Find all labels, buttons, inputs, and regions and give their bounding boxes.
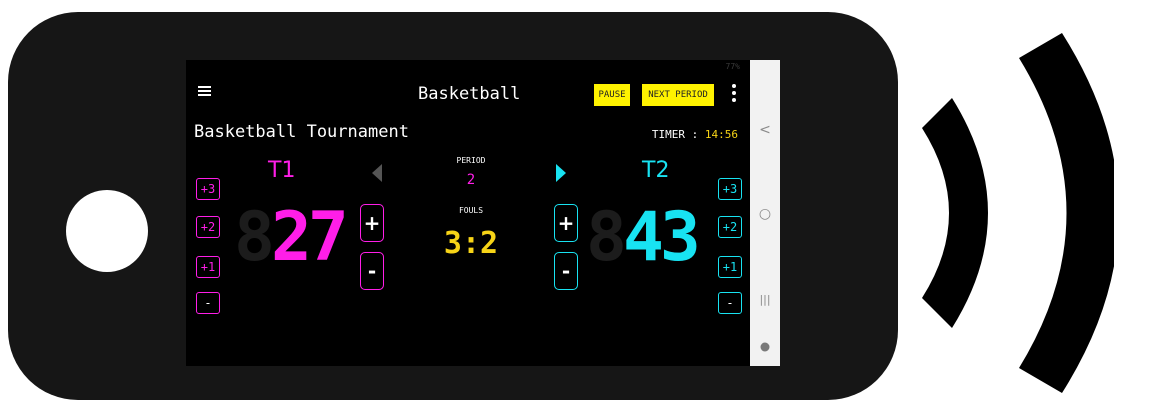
fouls-value: 3:2	[443, 226, 499, 261]
wireless-signal-icon	[922, 33, 1114, 393]
team2-score-ghost-digit: 8	[586, 198, 627, 277]
period-label: PERIOD	[456, 156, 486, 165]
team2-score-display: 843	[586, 198, 701, 277]
timer-value: 14:56	[704, 128, 738, 141]
nav-recents-icon[interactable]: |||	[750, 292, 780, 308]
team1-plus2-button[interactable]: +2	[196, 216, 220, 238]
possession-left-arrow-icon[interactable]	[372, 164, 382, 182]
team1-score: 27	[270, 198, 349, 277]
tournament-title: Basketball Tournament	[194, 122, 409, 142]
next-period-button[interactable]: NEXT PERIOD	[642, 84, 714, 106]
nav-back-icon[interactable]: <	[750, 122, 780, 138]
fouls-label: FOULS	[458, 206, 484, 215]
team1-big-minus-button[interactable]: -	[360, 252, 384, 290]
team1-score-display: 827	[234, 198, 349, 277]
status-bar: 77%	[725, 62, 740, 71]
team1-plus3-button[interactable]: +3	[196, 178, 220, 200]
phone-home-button	[66, 190, 148, 272]
team2-big-plus-button[interactable]: +	[554, 204, 578, 242]
team2-score: 43	[622, 198, 701, 277]
team2-plus1-button[interactable]: +1	[718, 256, 742, 278]
period-value: 2	[466, 172, 476, 188]
android-nav-bar: < ○ |||	[750, 60, 780, 366]
nav-home-icon[interactable]: ○	[750, 206, 780, 222]
nav-assist-icon[interactable]	[750, 340, 780, 356]
team1-minus-button[interactable]: -	[196, 292, 220, 314]
timer-label: TIMER :	[651, 128, 699, 141]
app-title: Basketball	[418, 84, 521, 104]
app-screen: 77% Basketball PAUSE NEXT PERIOD Basketb…	[186, 60, 750, 366]
more-options-icon[interactable]	[732, 84, 736, 105]
team1-plus1-button[interactable]: +1	[196, 256, 220, 278]
timer: TIMER : 14:56	[652, 128, 738, 141]
possession-right-arrow-icon[interactable]	[556, 164, 566, 182]
menu-icon[interactable]	[198, 86, 211, 96]
team2-big-minus-button[interactable]: -	[554, 252, 578, 290]
team2-minus-button[interactable]: -	[718, 292, 742, 314]
team2-plus3-button[interactable]: +3	[718, 178, 742, 200]
team1-name[interactable]: T1	[268, 158, 295, 183]
team1-score-ghost-digit: 8	[234, 198, 275, 277]
team2-name[interactable]: T2	[642, 158, 669, 183]
team2-plus2-button[interactable]: +2	[718, 216, 742, 238]
team1-big-plus-button[interactable]: +	[360, 204, 384, 242]
pause-button[interactable]: PAUSE	[594, 84, 630, 106]
